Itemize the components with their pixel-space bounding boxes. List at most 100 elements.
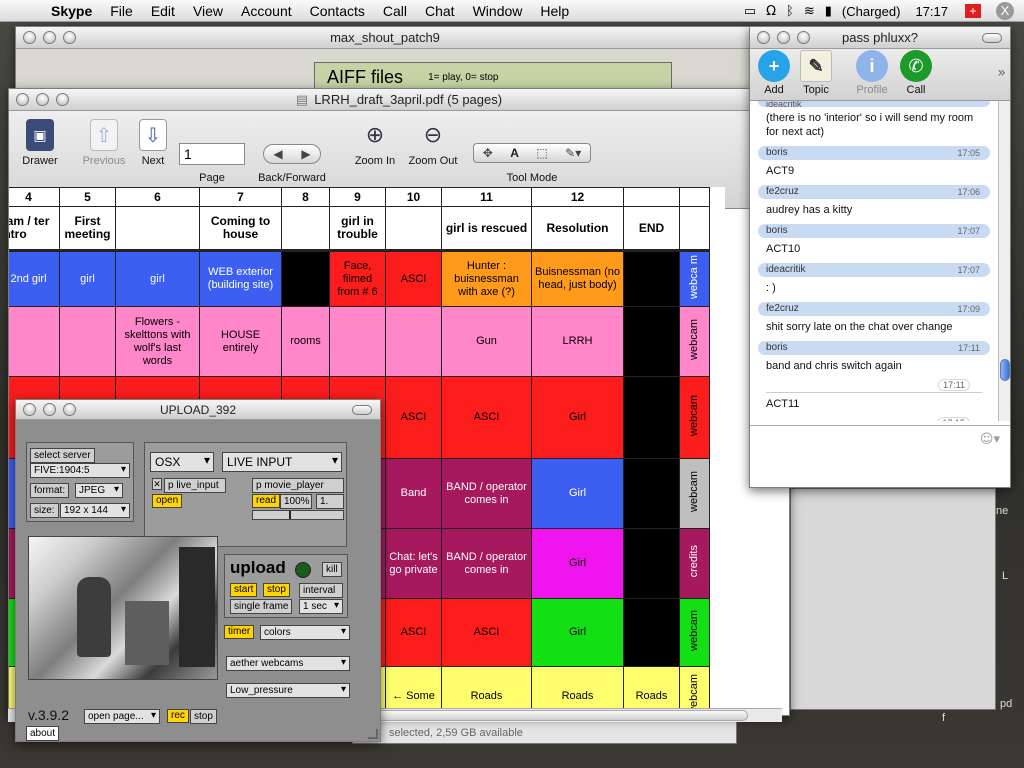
sender-name[interactable]: fe2cruz: [766, 186, 799, 197]
menu-window[interactable]: Window: [464, 3, 532, 19]
sender-name[interactable]: fe2cruz: [766, 303, 799, 314]
server-dropdown[interactable]: FIVE:1904:5: [30, 463, 130, 478]
open-button[interactable]: open: [152, 494, 183, 508]
battery-icon[interactable]: ▮: [825, 4, 832, 19]
close-button[interactable]: [16, 93, 29, 106]
previous-button[interactable]: ⇧ Previous: [79, 119, 129, 167]
minimize-button[interactable]: [777, 31, 790, 44]
timer-button[interactable]: timer: [224, 625, 255, 639]
person-silhouette: [179, 547, 215, 667]
emoticon-icon[interactable]: ☺▾: [980, 432, 1000, 447]
pressure-dropdown[interactable]: Low_pressure: [226, 683, 350, 698]
menu-file[interactable]: File: [101, 3, 142, 19]
about-button[interactable]: about: [26, 726, 60, 741]
tool-mode-control[interactable]: ✥ A ⬚ ✎▾: [473, 143, 591, 163]
close-button[interactable]: [23, 31, 36, 44]
column-header-cell: [115, 206, 200, 252]
kill-button[interactable]: kill: [322, 562, 342, 577]
max-window-titlebar[interactable]: max_shout_patch9: [16, 27, 754, 49]
chat-scroll-thumb[interactable]: [1000, 359, 1010, 381]
message-sender-bar: boris 17:05: [758, 146, 990, 160]
sender-name[interactable]: boris: [766, 147, 788, 158]
menu-chat[interactable]: Chat: [416, 3, 464, 19]
add-button[interactable]: + Add: [758, 50, 790, 96]
input-source-dropdown[interactable]: LIVE INPUT: [222, 452, 342, 472]
open-page-dropdown[interactable]: open page...: [84, 709, 160, 724]
colors-dropdown[interactable]: colors: [260, 625, 350, 640]
upload-window-titlebar[interactable]: UPLOAD_392: [16, 400, 380, 420]
chat-message-input[interactable]: ☺▾: [750, 425, 1010, 487]
forward-arrow-icon[interactable]: ▶: [301, 147, 310, 161]
stop-button[interactable]: stop: [263, 583, 290, 597]
menu-contacts[interactable]: Contacts: [301, 3, 374, 19]
format-dropdown[interactable]: JPEG: [75, 483, 123, 498]
zoom-in-button[interactable]: ⊕ Zoom In: [349, 119, 401, 168]
annotate-tool-icon[interactable]: ✎▾: [565, 146, 581, 160]
zoom-button[interactable]: [56, 93, 69, 106]
back-arrow-icon[interactable]: ◀: [273, 147, 282, 161]
stop-rec-button[interactable]: stop: [190, 709, 217, 724]
wifi-icon[interactable]: ≋: [804, 4, 815, 19]
webcams-dropdown[interactable]: aether webcams: [226, 656, 350, 671]
back-forward-control[interactable]: ◀ ▶: [263, 144, 321, 164]
display-menu-icon[interactable]: ▭: [744, 4, 756, 19]
position-slider[interactable]: [252, 510, 344, 520]
move-tool-icon[interactable]: ✥: [483, 146, 493, 160]
sender-name[interactable]: boris: [766, 342, 788, 353]
zoom-button[interactable]: [63, 31, 76, 44]
menu-account[interactable]: Account: [232, 3, 301, 19]
skype-titlebar[interactable]: pass phluxx?: [750, 27, 1010, 49]
menu-edit[interactable]: Edit: [142, 3, 184, 19]
single-frame-button[interactable]: single frame: [230, 599, 292, 614]
slider-handle[interactable]: [289, 511, 291, 519]
live-input-checkbox[interactable]: ✕: [152, 478, 162, 490]
zoom-out-button[interactable]: ⊖ Zoom Out: [403, 119, 463, 168]
menu-view[interactable]: View: [184, 3, 232, 19]
sender-name[interactable]: ideacritik: [766, 264, 805, 275]
close-button[interactable]: [757, 31, 770, 44]
drawer-button[interactable]: ▣ Drawer: [17, 119, 63, 167]
headphones-icon[interactable]: Ω: [766, 4, 776, 19]
close-badge-icon[interactable]: X: [996, 2, 1014, 20]
menu-clock[interactable]: 17:17: [915, 4, 948, 19]
read-button[interactable]: read: [252, 494, 281, 508]
size-dropdown[interactable]: 192 x 144: [60, 503, 130, 518]
profile-button[interactable]: i Profile: [854, 50, 890, 96]
minimize-button[interactable]: [36, 93, 49, 106]
chat-title: pass phluxx?: [842, 30, 918, 45]
toolbar-overflow-icon[interactable]: »: [997, 65, 1006, 81]
zoom-button[interactable]: [797, 31, 810, 44]
menu-app-name[interactable]: Skype: [42, 3, 101, 19]
menu-call[interactable]: Call: [374, 3, 416, 19]
minimize-button[interactable]: [43, 31, 56, 44]
select-tool-icon[interactable]: ⬚: [536, 146, 547, 160]
chat-scrollbar[interactable]: [998, 101, 1010, 421]
toolbar-toggle-button[interactable]: [982, 33, 1002, 43]
battery-status[interactable]: (Charged): [842, 4, 901, 19]
menu-help[interactable]: Help: [531, 3, 578, 19]
input-menu-flag-icon[interactable]: +: [965, 4, 981, 18]
next-button[interactable]: ⇩ Next: [135, 119, 171, 167]
bluetooth-icon[interactable]: ᛒ: [786, 4, 794, 19]
select-server-button[interactable]: select server: [30, 448, 95, 463]
page-number-field[interactable]: 1: [179, 143, 245, 165]
back-forward-label: Back/Forward: [258, 172, 326, 184]
sender-name[interactable]: boris: [766, 225, 788, 236]
resize-grip[interactable]: [368, 729, 378, 739]
percent-number-box[interactable]: 100%: [280, 494, 312, 509]
start-button[interactable]: start: [230, 583, 258, 597]
toolbar-toggle-button[interactable]: [352, 405, 372, 415]
text-tool-icon[interactable]: A: [510, 146, 519, 160]
rec-button[interactable]: rec: [167, 709, 189, 723]
interval-dropdown[interactable]: 1 sec: [299, 599, 343, 614]
apple-menu-icon[interactable]: [14, 2, 32, 20]
zoom-button[interactable]: [63, 403, 76, 416]
close-button[interactable]: [23, 403, 36, 416]
minimize-button[interactable]: [43, 403, 56, 416]
scroll-thumb[interactable]: [376, 710, 748, 721]
pdf-window-titlebar[interactable]: ▤ LRRH_draft_3april.pdf (5 pages): [9, 89, 789, 111]
topic-button[interactable]: ✎ Topic: [800, 50, 832, 96]
call-button[interactable]: ✆ Call: [900, 50, 932, 96]
rate-number-box[interactable]: 1.: [316, 494, 344, 509]
os-dropdown[interactable]: OSX: [150, 452, 214, 472]
